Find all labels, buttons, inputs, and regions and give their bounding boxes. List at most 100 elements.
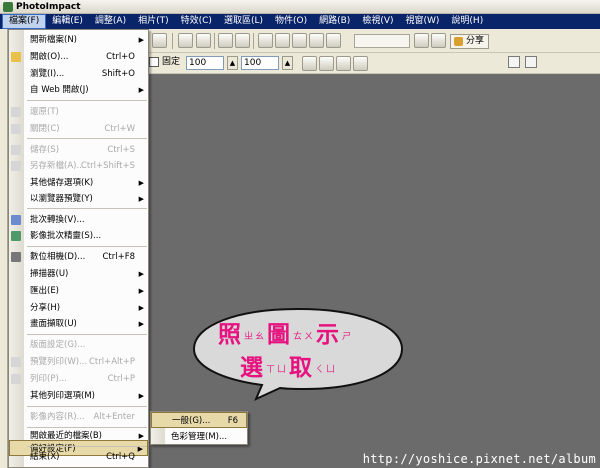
width-input[interactable]: 100 [186, 56, 224, 70]
revert-icon [11, 107, 21, 117]
extension-icon[interactable] [508, 56, 520, 68]
menu-item-print[interactable]: 列印(P)... Ctrl+P [9, 371, 148, 387]
menu-item-digital-camera[interactable]: 數位相機(D)... Ctrl+F8 [9, 249, 148, 265]
menu-item-close[interactable]: 關閉(C) Ctrl+W [9, 121, 148, 137]
menu-item-open[interactable]: 開啟(O)... Ctrl+O [9, 49, 148, 65]
menu-window[interactable]: 視窗(W) [400, 14, 446, 29]
fill-icon[interactable] [275, 33, 290, 48]
menu-item-label: 以瀏覽器預覽(Y) [30, 194, 93, 204]
submenu-arrow-icon: ▶ [138, 36, 144, 44]
camera-icon[interactable] [218, 33, 233, 48]
menu-item-other-save-options[interactable]: 其他儲存選項(K) ▶ [9, 175, 148, 191]
menu-photo[interactable]: 相片(T) [132, 14, 175, 29]
menu-item-label: 匯出(E) [30, 286, 60, 296]
menu-item-page-setup[interactable]: 版面設定(G)... [9, 337, 148, 353]
bubble-line-2: 選ㄒㄩ取ㄑㄩ [240, 348, 338, 382]
tool-icon[interactable] [292, 33, 307, 48]
menu-view[interactable]: 檢視(V) [356, 14, 399, 29]
menu-item-batch-wizard[interactable]: 影像批次精靈(S)... [9, 228, 148, 244]
tool-panel [0, 29, 8, 468]
submenu-arrow-icon: ▶ [138, 392, 144, 400]
menu-item-revert[interactable]: 還原(T) [9, 104, 148, 120]
menu-item-save-as[interactable]: 另存新檔(A)... Ctrl+Shift+S [9, 158, 148, 174]
menu-item-export[interactable]: 匯出(E) ▶ [9, 283, 148, 299]
palette-icon[interactable] [414, 33, 429, 48]
select-subtract-icon[interactable] [336, 56, 351, 71]
menu-separator [27, 334, 147, 335]
menu-item-share[interactable]: 分享(H) ▶ [9, 300, 148, 316]
bubble-char: 選 [240, 355, 265, 381]
menu-item-shortcut: Ctrl+W [104, 124, 135, 134]
menu-item-other-print-options[interactable]: 其他列印選項(M) ▶ [9, 388, 148, 404]
submenu-item-color-management[interactable]: 色彩管理(M)... [151, 429, 247, 445]
width-spinner[interactable]: ▲ [227, 56, 238, 70]
menu-file[interactable]: 檔案(F) [2, 14, 47, 29]
scanner-icon[interactable] [235, 33, 250, 48]
menu-item-exit[interactable]: 結束(X) Ctrl+Q [9, 449, 148, 465]
submenu-arrow-icon: ▶ [138, 270, 144, 278]
bubble-zhuyin: ㄓㄠ [244, 332, 267, 342]
menu-item-shortcut: Shift+O [101, 69, 135, 79]
height-input[interactable]: 100 [241, 56, 279, 70]
menu-help[interactable]: 說明(H) [445, 14, 489, 29]
menu-item-label: 掃描器(U) [30, 269, 69, 279]
submenu-item-general[interactable]: 一般(G)... F6 [151, 412, 247, 428]
menu-item-recent-files[interactable]: 開啟最近的檔案(B) ▶ [9, 428, 148, 444]
menu-item-label: 另存新檔(A)... [30, 161, 85, 171]
menu-edit[interactable]: 編輯(E) [46, 14, 89, 29]
menu-effect[interactable]: 特效(C) [175, 14, 218, 29]
check-icon[interactable] [525, 56, 537, 68]
menu-item-shortcut: Alt+Enter [93, 412, 135, 422]
menu-item-save[interactable]: 儲存(S) Ctrl+S [9, 142, 148, 158]
app-icon [3, 2, 13, 12]
menu-item-browse[interactable]: 瀏覽(I)... Shift+O [9, 66, 148, 82]
crop-select-icon[interactable] [353, 56, 368, 71]
select-add-icon[interactable] [319, 56, 334, 71]
select-mode-icon[interactable] [302, 56, 317, 71]
redo-icon[interactable] [196, 33, 211, 48]
menu-item-open-from-web[interactable]: 自 Web 開啟(J) ▶ [9, 82, 148, 98]
menu-item-scanner[interactable]: 掃描器(U) ▶ [9, 266, 148, 282]
submenu-arrow-icon: ▶ [138, 432, 144, 440]
fixed-checkbox[interactable] [149, 57, 159, 67]
toolbar-separator [172, 33, 173, 49]
menu-item-new[interactable]: 開新檔案(N) ▶ [9, 32, 148, 48]
effect-icon[interactable] [309, 33, 324, 48]
menu-item-shortcut: Ctrl+Alt+P [88, 357, 135, 367]
height-spinner[interactable]: ▲ [282, 56, 293, 70]
menu-selection[interactable]: 選取區(L) [218, 14, 269, 29]
menu-item-batch-convert[interactable]: 批次轉換(V)... [9, 212, 148, 228]
bubble-zhuyin: ㄊㄨ [293, 332, 316, 342]
zoom-combo[interactable] [354, 34, 410, 48]
menu-item-label: 結束(X) [30, 452, 60, 462]
color-picker-icon[interactable] [326, 33, 341, 48]
copy-icon[interactable] [152, 33, 167, 48]
menu-item-label: 列印(P)... [30, 374, 67, 384]
print-icon [11, 374, 21, 384]
bubble-zhuyin: ㄕ [342, 332, 354, 342]
menu-separator [27, 406, 147, 407]
menu-item-print-preview[interactable]: 預覽列印(W)... Ctrl+Alt+P [9, 354, 148, 370]
share-button[interactable]: 分享 [450, 34, 490, 49]
capture-icon[interactable] [431, 33, 446, 48]
menu-item-browser-preview[interactable]: 以瀏覽器預覽(Y) ▶ [9, 191, 148, 207]
workspace-canvas [150, 75, 600, 468]
undo-icon[interactable] [178, 33, 193, 48]
menu-item-shortcut: Ctrl+F8 [102, 252, 135, 262]
submenu-arrow-icon: ▶ [138, 86, 144, 94]
menu-item-label: 開新檔案(N) [30, 35, 77, 45]
menu-web[interactable]: 網路(B) [313, 14, 356, 29]
menu-adjust[interactable]: 調整(A) [89, 14, 132, 29]
submenu-item-shortcut: F6 [227, 416, 238, 426]
menu-object[interactable]: 物件(O) [269, 14, 313, 29]
bubble-zhuyin: ㄒㄩ [266, 365, 289, 375]
menu-item-label: 其他列印選項(M) [30, 391, 95, 401]
menu-item-image-properties[interactable]: 影像內容(R)... Alt+Enter [9, 409, 148, 425]
submenu-item-label: 一般(G)... [172, 416, 211, 426]
toolbar-separator [253, 33, 254, 49]
batch-convert-icon [11, 215, 21, 225]
crop-icon[interactable] [258, 33, 273, 48]
camera-icon [11, 252, 21, 262]
submenu-item-label: 色彩管理(M)... [171, 432, 228, 442]
menu-item-screen-capture[interactable]: 畫面擷取(U) ▶ [9, 316, 148, 332]
